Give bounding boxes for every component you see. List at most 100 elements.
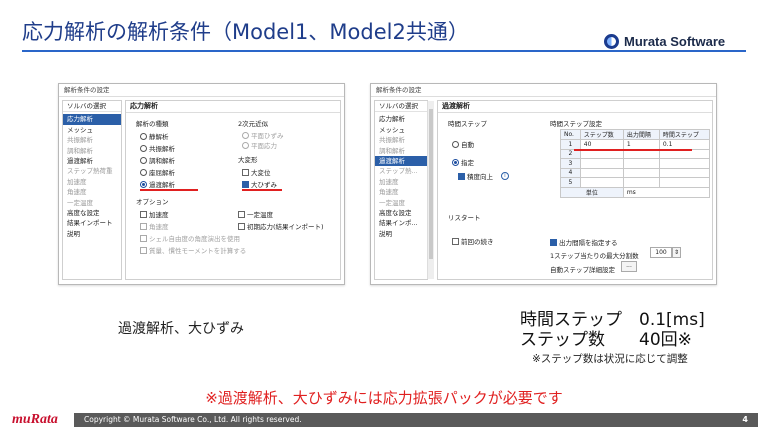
murata-software-logo-icon	[604, 34, 619, 49]
check-initial-stress[interactable]: 初期応力(結果インポート)	[238, 221, 324, 231]
info-icon[interactable]: i	[501, 172, 509, 180]
checkbox	[550, 238, 557, 246]
title-divider	[22, 50, 746, 52]
radio-specify[interactable]: 指定	[452, 157, 474, 167]
right-panel: 過渡解析 時間ステップ 自動 指定 積度向上 i リスタート 前回の続き 時間ステ…	[437, 100, 713, 280]
radio-circle	[140, 144, 147, 152]
nav-item-mesh[interactable]: メッシュ	[63, 125, 121, 135]
unit-row[interactable]: 単位 ms	[560, 186, 711, 198]
checkbox	[140, 246, 147, 254]
checkbox	[238, 210, 245, 218]
checkbox	[242, 168, 249, 176]
nav-item-description[interactable]: 説明	[375, 229, 427, 239]
options-label: オプション	[136, 198, 169, 206]
col-steps: ステップ数	[579, 129, 624, 140]
left-panel: 応力解析 解析の種類 静解析 共振解析 調和解析 座屈解析 過渡解析 2次元近似…	[125, 100, 341, 280]
checkbox	[140, 222, 147, 230]
table-row[interactable]: 5	[560, 177, 711, 188]
warning-text: ※過渡解析、大ひずみには応力拡張パックが必要です	[205, 389, 563, 407]
check-output-interval[interactable]: 出力間隔を指定する	[550, 237, 618, 247]
check-shell-dof[interactable]: シェル自由度の角度演出を使用	[140, 233, 240, 243]
nav-item-resonance[interactable]: 共振解析	[63, 135, 121, 145]
nav-item-advanced[interactable]: 高度な設定	[63, 208, 121, 218]
nav-item-result-import[interactable]: 結果インポ...	[375, 218, 427, 228]
murata-logo: muRata	[12, 412, 58, 427]
restart-label: リスタート	[448, 214, 481, 222]
max-iter-input[interactable]: 100	[650, 247, 672, 258]
table-title: 時間ステップ設定	[550, 120, 602, 128]
analysis-type-label: 解析の種類	[136, 120, 169, 128]
left-panel-title: 応力解析	[126, 101, 340, 113]
check-accuracy[interactable]: 積度向上 i	[458, 171, 509, 181]
radio-circle	[140, 180, 147, 188]
nav-item-stress[interactable]: 応力解析	[63, 114, 121, 125]
right-panel-title: 過渡解析	[438, 101, 712, 113]
highlight-underline	[574, 149, 692, 151]
time-step-table: No. ステップ数 出力間隔 時間ステップ 1 40 1 0.1 2 3 4 5…	[560, 129, 711, 198]
table-row[interactable]: 3	[560, 158, 711, 169]
radio-circle	[140, 156, 147, 164]
nav-item-mesh[interactable]: メッシュ	[375, 125, 427, 135]
check-continue[interactable]: 前回の続き	[452, 236, 494, 246]
nav-item-advanced[interactable]: 高度な設定	[375, 208, 427, 218]
max-iter-label: 1ステップ当たりの最大分割数	[550, 252, 639, 260]
radio-plane-stress[interactable]: 平面応力	[242, 140, 277, 150]
nav-item-step-thermal[interactable]: ステップ熱...	[375, 166, 427, 176]
left-caption: 過渡解析、大ひずみ	[118, 321, 244, 337]
nav-item-angular-velocity[interactable]: 角速度	[375, 187, 427, 197]
footer: muRata Copyright © Murata Software Co., …	[0, 411, 768, 432]
radio-plane-strain[interactable]: 平面ひずみ	[242, 130, 284, 140]
table-row[interactable]: 4	[560, 167, 711, 178]
right-dialog: 解析条件の設定 ソルバの選択 応力解析 メッシュ 共振解析 調和解析 過渡解析 …	[370, 83, 717, 285]
checkbox	[140, 234, 147, 242]
check-mass-inertia[interactable]: 質量、慣性モーメントを計算する	[140, 245, 246, 255]
col-interval: 出力間隔	[622, 129, 660, 140]
nav-item-constant-temp[interactable]: 一定温度	[63, 198, 121, 208]
auto-detail-label: 自動ステップ詳細設定	[550, 266, 615, 274]
nav-item-acceleration[interactable]: 加速度	[63, 177, 121, 187]
left-dialog-title: 解析条件の設定	[59, 84, 344, 97]
check-large-strain[interactable]: 大ひずみ	[242, 179, 277, 189]
radio-buckling[interactable]: 座屈解析	[140, 167, 175, 177]
checkbox	[238, 222, 245, 230]
right-nav: ソルバの選択 応力解析 メッシュ 共振解析 調和解析 過渡解析 ステップ熱...…	[374, 100, 428, 280]
nav-item-harmonic[interactable]: 調和解析	[375, 146, 427, 156]
footer-bar: Copyright © Murata Software Co., Ltd. Al…	[74, 413, 758, 427]
nav-scroll-thumb[interactable]	[429, 109, 433, 259]
slide-title: 応力解析の解析条件（Model1、Model2共通）	[22, 20, 469, 44]
check-constant-temp[interactable]: 一定温度	[238, 209, 273, 219]
check-acceleration[interactable]: 加速度	[140, 209, 169, 219]
checkbox	[140, 210, 147, 218]
max-iter-spinner[interactable]: ⇕	[672, 247, 681, 258]
nav-item-stress[interactable]: 応力解析	[375, 114, 427, 124]
nav-item-constant-temp[interactable]: 一定温度	[375, 198, 427, 208]
radio-circle	[140, 132, 147, 140]
nav-item-harmonic[interactable]: 調和解析	[63, 146, 121, 156]
table-row[interactable]: 1 40 1 0.1	[560, 139, 711, 150]
nav-item-step-thermal[interactable]: ステップ熱荷重	[63, 166, 121, 176]
nav-item-result-import[interactable]: 結果インポート	[63, 218, 121, 228]
checkbox	[452, 237, 459, 245]
radio-resonance[interactable]: 共振解析	[140, 143, 175, 153]
nav-item-resonance[interactable]: 共振解析	[375, 135, 427, 145]
radio-static[interactable]: 静解析	[140, 131, 169, 141]
col-time: 時間ステップ	[658, 129, 711, 140]
nav-item-transient[interactable]: 過渡解析	[63, 156, 121, 166]
nav-item-angular-velocity[interactable]: 角速度	[63, 187, 121, 197]
check-large-displacement[interactable]: 大変位	[242, 167, 271, 177]
nav-item-solver[interactable]: ソルバの選択	[63, 101, 121, 113]
nav-item-description[interactable]: 説明	[63, 229, 121, 239]
nav-item-solver[interactable]: ソルバの選択	[375, 101, 427, 113]
radio-harmonic[interactable]: 調和解析	[140, 155, 175, 165]
checkbox	[242, 180, 249, 188]
radio-circle	[140, 168, 147, 176]
highlight-underline	[140, 189, 198, 191]
radio-auto[interactable]: 自動	[452, 139, 474, 149]
auto-detail-button[interactable]: ...	[621, 261, 637, 272]
radio-transient[interactable]: 過渡解析	[140, 179, 175, 189]
check-angular-velocity[interactable]: 角速度	[140, 221, 169, 231]
radio-circle	[452, 140, 459, 148]
nav-scrollbar[interactable]	[427, 101, 434, 279]
nav-item-transient[interactable]: 過渡解析	[375, 155, 427, 167]
nav-item-acceleration[interactable]: 加速度	[375, 177, 427, 187]
